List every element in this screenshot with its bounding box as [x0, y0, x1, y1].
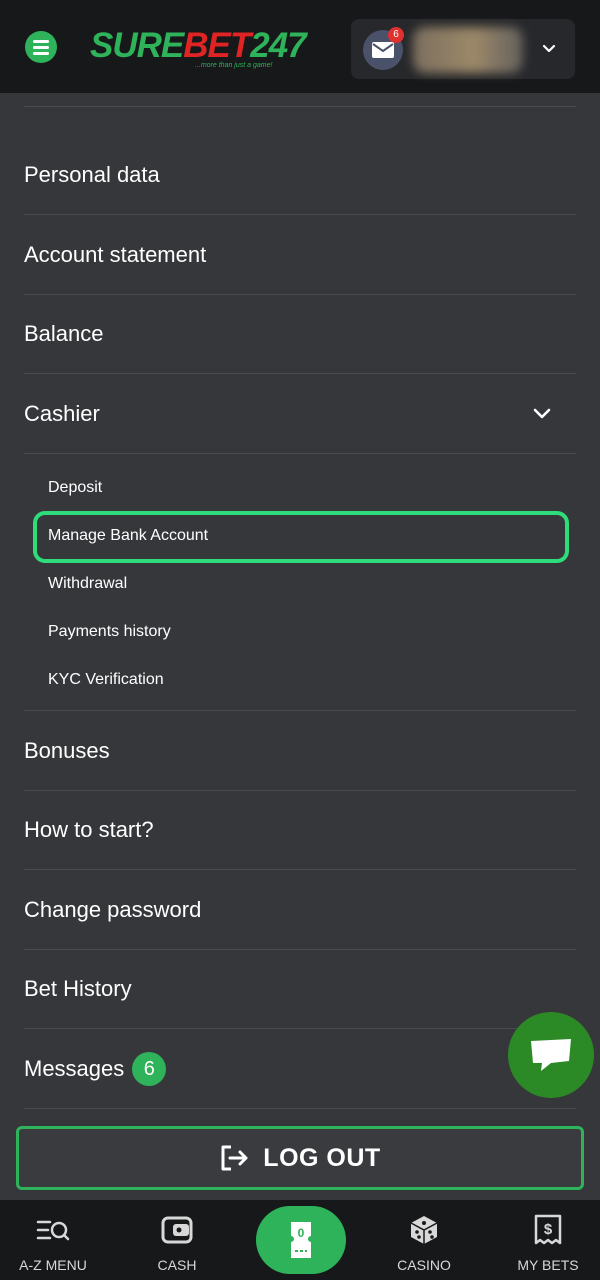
menu-item-cashier[interactable]: Cashier [24, 374, 576, 454]
nav-label: A-Z MENU [19, 1257, 87, 1273]
menu-item-personal-data[interactable]: Personal data [24, 135, 576, 215]
menu-line [33, 51, 49, 55]
nav-label: MY BETS [517, 1257, 579, 1273]
logout-label: LOG OUT [263, 1143, 381, 1172]
menu-item-label: Messages [24, 1055, 125, 1081]
menu-item-how-to-start[interactable]: How to start? [24, 790, 576, 870]
blurred-username [413, 27, 523, 73]
chevron-down-icon[interactable] [541, 41, 557, 57]
messages-count-badge: 6 [132, 1051, 167, 1086]
menu-item-label: Bonuses [24, 737, 110, 763]
betslip-button[interactable]: 0 [256, 1206, 346, 1274]
menu-line [33, 45, 49, 49]
logo-tagline: ...more than just a game! [195, 62, 273, 69]
mail-count-badge: 6 [388, 27, 404, 43]
nav-az-menu[interactable]: A-Z MENU [0, 1200, 108, 1280]
menu-item-change-password[interactable]: Change password [24, 870, 576, 950]
surebet-logo[interactable]: SUREBET247 [90, 26, 307, 66]
nav-label: CASINO [397, 1257, 451, 1273]
divider [24, 106, 576, 107]
menu-item-label: Bet History [24, 975, 132, 1001]
menu-line [33, 39, 49, 43]
receipt-icon: $ [531, 1213, 565, 1247]
bottom-navigation: A-Z MENU CASH 0 CASINO $ MY BETS [0, 1200, 600, 1280]
app-header: SUREBET247 ...more than just a game! 6 [0, 0, 600, 93]
menu-item-label: Cashier [24, 400, 100, 426]
account-box[interactable]: 6 [351, 19, 575, 79]
menu-item-label: Change password [24, 896, 202, 922]
menu-item-account-statement[interactable]: Account statement [24, 215, 576, 295]
wallet-icon [160, 1213, 194, 1247]
nav-cash[interactable]: CASH [122, 1200, 232, 1280]
betslip-count: 0 [297, 1226, 305, 1240]
hamburger-menu-button[interactable] [25, 31, 57, 63]
chevron-down-icon [533, 408, 551, 419]
submenu-item-kyc-verification[interactable]: KYC Verification [48, 670, 164, 690]
logout-icon [221, 1145, 248, 1171]
menu-item-label: How to start? [24, 816, 154, 842]
submenu-item-manage-bank-account[interactable]: Manage Bank Account [48, 526, 208, 546]
live-chat-button[interactable] [508, 1012, 594, 1098]
menu-item-label: Account statement [24, 241, 207, 267]
menu-item-bonuses[interactable]: Bonuses [24, 711, 576, 791]
nav-label: CASH [157, 1257, 197, 1273]
dice-icon [407, 1213, 441, 1247]
nav-my-bets[interactable]: $ MY BETS [493, 1200, 600, 1280]
submenu-item-payments-history[interactable]: Payments history [48, 622, 171, 642]
search-list-icon [36, 1213, 70, 1247]
chat-icon [531, 1039, 571, 1071]
submenu-item-deposit[interactable]: Deposit [48, 478, 102, 498]
menu-item-label: Personal data [24, 161, 160, 187]
svg-text:$: $ [544, 1221, 553, 1238]
menu-item-label: Balance [24, 320, 104, 346]
menu-item-balance[interactable]: Balance [24, 294, 576, 374]
submenu-item-withdrawal[interactable]: Withdrawal [48, 574, 127, 594]
menu-item-messages[interactable]: Messages 6 [24, 1029, 576, 1109]
nav-casino[interactable]: CASINO [369, 1200, 479, 1280]
logout-button[interactable]: LOG OUT [16, 1126, 584, 1190]
menu-item-bet-history[interactable]: Bet History [24, 949, 576, 1029]
